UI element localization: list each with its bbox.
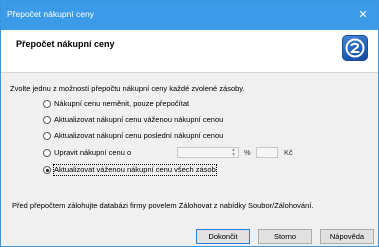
backup-hint-text: Před přepočtem zálohujte databázi firmy … xyxy=(12,201,314,210)
option-label: Upravit nákupní cenu o xyxy=(54,148,132,157)
cancel-button[interactable]: Storno xyxy=(258,229,312,244)
page-title: Přepočet nákupní ceny xyxy=(16,39,115,49)
option-label: Aktualizovat váženou nákupní cenu všech … xyxy=(53,164,217,176)
radio-button[interactable] xyxy=(43,116,51,124)
currency-unit: Kč xyxy=(284,148,293,157)
radio-button-selected[interactable] xyxy=(43,166,51,174)
help-button[interactable]: Nápověda xyxy=(320,229,374,244)
dialog-window: Přepočet nákupní ceny ✕ Přepočet nákupní… xyxy=(0,0,379,247)
radio-button[interactable] xyxy=(43,100,51,108)
app-logo-icon xyxy=(342,35,368,61)
option-label: Nákupní cenu neměnit, pouze přepočítat xyxy=(54,99,190,108)
option-label: Aktualizovat nákupní cenu poslední nákup… xyxy=(54,131,224,140)
window-title: Přepočet nákupní ceny xyxy=(7,9,94,19)
header-panel: Přepočet nákupní ceny xyxy=(1,30,378,73)
intro-text: Zvolte jednu z možností přepočtu nákupní… xyxy=(10,84,245,93)
close-icon[interactable]: ✕ xyxy=(348,1,378,30)
finish-button[interactable]: Dokončit xyxy=(196,229,250,244)
percent-spinner[interactable]: ▲ ▼ xyxy=(230,148,237,157)
radio-button[interactable] xyxy=(43,132,51,140)
radio-button[interactable] xyxy=(43,149,51,157)
amount-input[interactable] xyxy=(256,147,278,158)
percent-unit: % xyxy=(244,148,251,157)
title-bar[interactable]: Přepočet nákupní ceny ✕ xyxy=(1,1,378,30)
spin-down-icon[interactable]: ▼ xyxy=(230,152,237,158)
option-label: Aktualizovat nákupní cenu váženou nákupn… xyxy=(54,115,224,124)
